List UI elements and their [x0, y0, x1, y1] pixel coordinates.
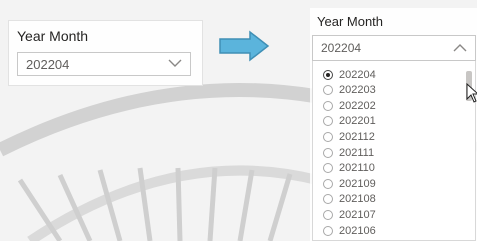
option-item[interactable]: 202111: [323, 145, 374, 160]
option-item[interactable]: 202201: [323, 114, 376, 129]
option-item[interactable]: 202106: [323, 223, 376, 238]
radio-unselected-icon[interactable]: [323, 194, 333, 205]
mouse-cursor-icon: [466, 83, 477, 103]
option-label: 202201: [339, 115, 376, 128]
radio-unselected-icon[interactable]: [323, 116, 333, 127]
radio-unselected-icon[interactable]: [323, 147, 333, 158]
option-label: 202203: [339, 84, 376, 97]
right-arrow-icon: [219, 30, 270, 62]
option-item[interactable]: 202202: [323, 98, 376, 113]
option-item[interactable]: 202107: [323, 207, 376, 222]
radio-unselected-icon[interactable]: [323, 85, 333, 96]
year-month-slicer-collapsed: Year Month 202204: [8, 20, 203, 86]
radio-unselected-icon[interactable]: [323, 178, 333, 189]
year-month-dropdown[interactable]: 202204: [17, 52, 191, 76]
options-list: 202204 202203 202202 202201 202112 202111 2021…: [312, 61, 476, 241]
radio-unselected-icon[interactable]: [323, 225, 333, 236]
option-label: 202202: [339, 99, 376, 112]
option-item[interactable]: 202110: [323, 161, 375, 176]
radio-selected-icon[interactable]: [323, 69, 333, 80]
option-label: 202108: [339, 193, 376, 206]
option-item[interactable]: 202204: [323, 67, 376, 82]
option-item[interactable]: 202109: [323, 176, 376, 191]
radio-unselected-icon[interactable]: [323, 131, 333, 142]
dropdown-selected-value: 202204: [26, 57, 70, 72]
option-label: 202111: [339, 146, 375, 159]
option-label: 202109: [339, 177, 376, 190]
option-label: 202106: [339, 224, 376, 237]
year-month-dropdown-open[interactable]: 202204: [312, 35, 476, 61]
option-item[interactable]: 202112: [323, 129, 375, 144]
option-label: 202204: [339, 68, 376, 81]
option-label: 202107: [339, 208, 376, 221]
radio-unselected-icon[interactable]: [323, 163, 333, 174]
dropdown-selected-value: 202204: [321, 41, 362, 55]
radio-unselected-icon[interactable]: [323, 100, 333, 111]
option-item[interactable]: 202203: [323, 83, 376, 98]
slicer-title: Year Month: [17, 28, 89, 44]
option-label: 202112: [339, 130, 375, 143]
chevron-up-icon: [453, 44, 467, 52]
radio-unselected-icon[interactable]: [323, 209, 333, 220]
chevron-down-icon: [168, 59, 182, 67]
year-month-slicer-expanded: Year Month 202204 202204 202203 202202 2022…: [310, 8, 477, 241]
option-item[interactable]: 202108: [323, 192, 376, 207]
option-label: 202110: [339, 162, 375, 175]
slicer-title: Year Month: [317, 14, 384, 29]
